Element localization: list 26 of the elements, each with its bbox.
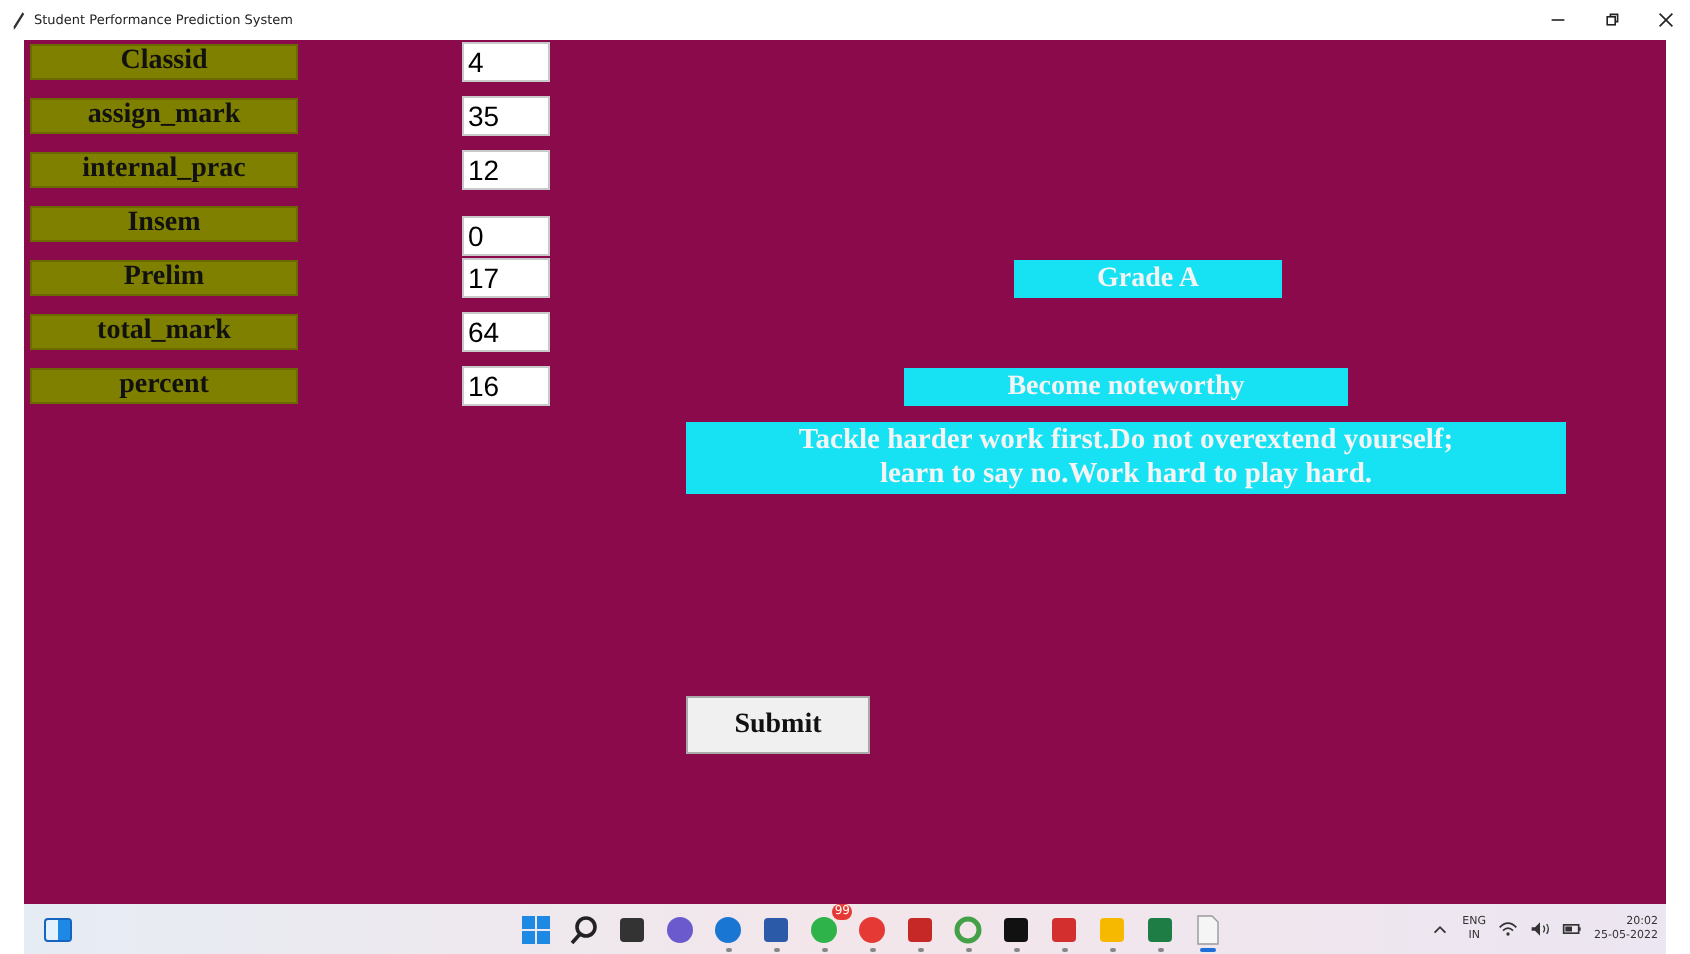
battery-icon[interactable] xyxy=(1562,920,1583,938)
field-label: Classid xyxy=(30,44,298,80)
field-label: total_mark xyxy=(30,314,298,350)
advice-title: Become noteworthy xyxy=(904,368,1348,406)
grade-label: Grade A xyxy=(1014,260,1282,298)
input-field[interactable]: 0 xyxy=(462,216,550,256)
input-field[interactable]: 4 xyxy=(462,42,550,82)
restore-icon[interactable] xyxy=(1604,12,1620,28)
field-label: Insem xyxy=(30,206,298,242)
chevron-up-icon[interactable] xyxy=(1430,920,1451,938)
widgets-icon[interactable] xyxy=(44,917,72,941)
input-field[interactable]: 64 xyxy=(462,312,550,352)
wifi-icon[interactable] xyxy=(1498,920,1519,938)
field-label: internal_prac xyxy=(30,152,298,188)
field-label: Prelim xyxy=(30,260,298,296)
advice-text: Tackle harder work first.Do not overextend yourself; learn to say no.Work hard to play hard. xyxy=(686,422,1566,494)
feather-icon xyxy=(12,11,26,29)
input-field[interactable]: 16 xyxy=(462,366,550,406)
input-field[interactable]: 17 xyxy=(462,258,550,298)
close-icon[interactable] xyxy=(1658,12,1674,28)
field-label: assign_mark xyxy=(30,98,298,134)
input-field[interactable]: 35 xyxy=(462,96,550,136)
input-field[interactable]: 12 xyxy=(462,150,550,190)
field-label: percent xyxy=(30,368,298,404)
submit-button[interactable]: Submit xyxy=(686,696,870,754)
speaker-icon[interactable] xyxy=(1530,920,1551,938)
